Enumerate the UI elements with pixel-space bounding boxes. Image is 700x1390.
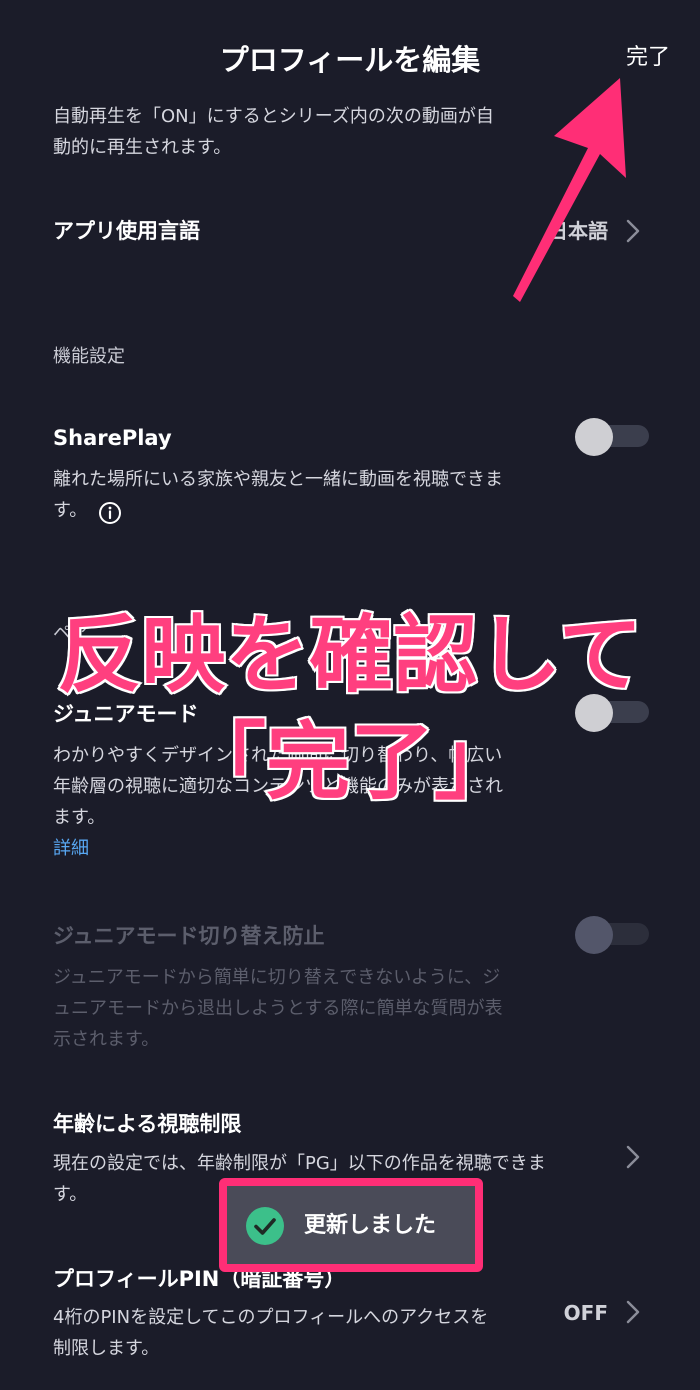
toggle-knob [575,418,613,456]
toast-message: 更新しました [304,1213,437,1238]
toggle-knob [575,916,613,954]
autoplay-desc-line1: 自動再生を「ON」にするとシリーズ内の次の動画が自 [53,106,494,127]
edit-profile-screen: プロフィールを編集 完了 自動再生を「ON」にするとシリーズ内の次の動画が自 動… [0,0,700,1390]
junior-lock-desc-line1: ジュニアモードから簡単に切り替えできないように、ジ [53,967,501,988]
annotation-callout-line1: 反映を確認して [55,604,644,706]
junior-lock-desc-line3: 示されます。 [53,1029,160,1050]
check-circle-icon [246,1207,284,1245]
annotation-arrow-icon [513,78,626,302]
shareplay-desc-line1: 離れた場所にいる家族や親友と一緒に動画を視聴できま [53,469,503,490]
autoplay-desc-line2: 動的に再生されます。 [53,137,232,158]
junior-lock-toggle[interactable] [575,916,649,954]
age-limit-desc-line1: 現在の設定では、年齢制限が「PG」以下の作品を視聴できま [53,1153,546,1174]
age-limit-label: 年齢による視聴制限 [53,1112,242,1136]
language-label: アプリ使用言語 [53,219,200,243]
shareplay-label: SharePlay [53,426,172,450]
age-limit-desc-line2: す。 [53,1184,88,1205]
chevron-right-icon [626,1145,640,1169]
profile-pin-desc-line2: 制限します。 [53,1338,160,1359]
shareplay-toggle[interactable] [575,418,649,456]
profile-pin-value: OFF [563,1301,608,1325]
junior-lock-desc-line2: ュニアモードから退出しようとする際に簡単な質問が表 [53,998,503,1019]
junior-lock-label: ジュニアモード切り替え防止 [53,924,325,948]
chevron-right-icon [626,1300,640,1324]
profile-pin-desc-line1: 4桁のPINを設定してこのプロフィールへのアクセスを [53,1307,489,1328]
features-section-title: 機能設定 [53,346,125,367]
shareplay-desc-line2: す。 [53,500,88,521]
info-icon[interactable] [98,501,122,525]
junior-mode-details-link[interactable]: 詳細 [53,835,89,863]
annotation-callout-line2: 「完了」 [180,711,520,813]
